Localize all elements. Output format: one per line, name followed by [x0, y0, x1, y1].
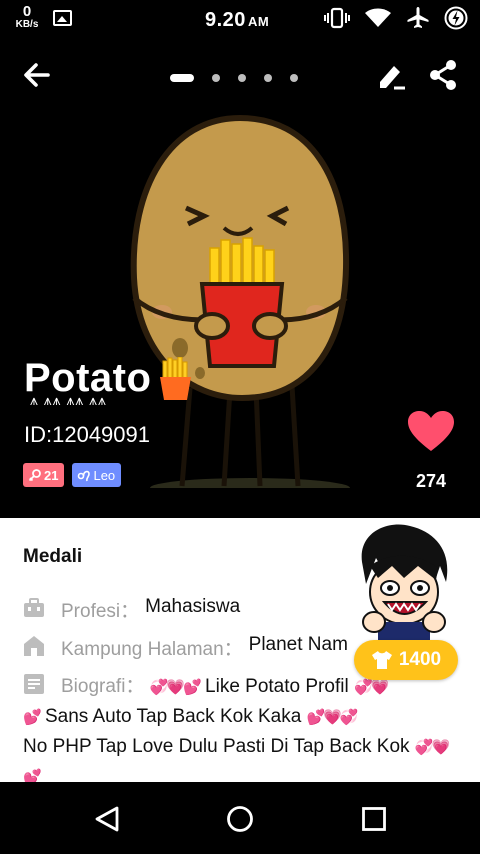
back-button[interactable]: [20, 58, 54, 92]
briefcase-icon: [24, 598, 44, 617]
profile-header: Potato ⩚ ⩚⩚ ⩚⩚ ⩚⩚ ID:12049091 21 Leo 274: [0, 38, 480, 518]
clock: 9.20 AM: [205, 9, 269, 32]
recent-apps-icon: [362, 807, 386, 831]
system-navigation-bar: [0, 782, 480, 854]
back-nav-button[interactable]: [93, 805, 121, 833]
hearts-emoji: 💞💗💕: [149, 679, 202, 696]
coin-amount: 1400: [398, 649, 442, 670]
recent-apps-button[interactable]: [360, 805, 388, 833]
profession-label: Profesi：: [61, 601, 140, 622]
note-icon: [24, 674, 44, 694]
leo-icon: [78, 470, 91, 482]
home-nav-icon: [227, 806, 253, 832]
level-value: 21: [44, 467, 59, 483]
user-id: ID:12049091: [24, 422, 150, 447]
medal-section-title: Medali: [23, 546, 83, 567]
network-speed: 0 KB/s: [12, 4, 42, 30]
clock-ampm: AM: [247, 14, 270, 29]
hearts-emoji: 💕: [23, 709, 42, 726]
home-nav-button[interactable]: [226, 805, 254, 833]
photo-page-indicator: [170, 74, 298, 82]
level-badge: 21: [23, 463, 65, 487]
shirt-icon: [371, 651, 392, 669]
network-speed-value: 0: [22, 3, 32, 20]
page-dot: [212, 74, 220, 82]
wifi-icon: [364, 7, 392, 34]
zodiac-value: Leo: [93, 467, 116, 483]
rank-marks: ⩚ ⩚⩚ ⩚⩚ ⩚⩚: [30, 392, 107, 408]
like-button[interactable]: 274: [404, 410, 458, 492]
battery-charging-icon: [444, 6, 468, 35]
zodiac-badge: Leo: [72, 463, 122, 487]
page-dot: [290, 74, 298, 82]
vibrate-icon: [324, 7, 350, 34]
biography-text-2: Sans Auto Tap Back Kok Kaka: [44, 706, 302, 727]
clock-time: 9.20: [205, 9, 246, 31]
edit-profile-button[interactable]: [374, 58, 408, 92]
biography-text-1: Like Potato Profil: [205, 676, 349, 697]
gift-coin-button[interactable]: 1400: [354, 640, 458, 680]
gender-icon: [28, 469, 41, 482]
profile-photo[interactable]: [120, 98, 360, 488]
page-dot: [238, 74, 246, 82]
home-icon: [24, 636, 44, 656]
biography-label: Biografi：: [61, 676, 145, 697]
back-nav-icon: [95, 806, 119, 832]
page-dot: [264, 74, 272, 82]
gallery-icon: [53, 10, 72, 26]
share-button[interactable]: [426, 58, 460, 92]
status-bar: 0 KB/s 9.20 AM: [0, 0, 480, 38]
hometown-label: Kampung Halaman：: [61, 639, 243, 660]
profession-value: Mahasiswa: [145, 596, 241, 617]
biography-text-3: No PHP Tap Love Dulu Pasti Di Tap Back K…: [23, 736, 410, 757]
profile-info-card: Medali Profesi： Mahasiswa Kampung Halama…: [0, 518, 480, 782]
hometown-value: Planet Nam: [248, 634, 348, 655]
arrow-left-icon: [24, 63, 50, 87]
network-speed-unit: KB/s: [15, 19, 39, 30]
hometown-row: Kampung Halaman： Planet Nam: [23, 634, 348, 661]
biography: Biografi： 💞💗💕 Like Potato Profil 💞💗 💕 Sa…: [23, 672, 453, 782]
heart-icon: [408, 411, 454, 451]
like-count: 274: [415, 471, 447, 491]
anime-character-sticker[interactable]: [348, 522, 458, 642]
fries-icon: [160, 356, 192, 400]
hearts-emoji: 💕💗💞: [306, 709, 359, 726]
profession-row: Profesi： Mahasiswa: [23, 596, 240, 623]
share-icon: [430, 60, 456, 90]
hearts-emoji: 💞💗: [353, 679, 389, 696]
page-dot: [170, 74, 194, 82]
airplane-icon: [406, 6, 430, 35]
pencil-icon: [380, 66, 405, 90]
